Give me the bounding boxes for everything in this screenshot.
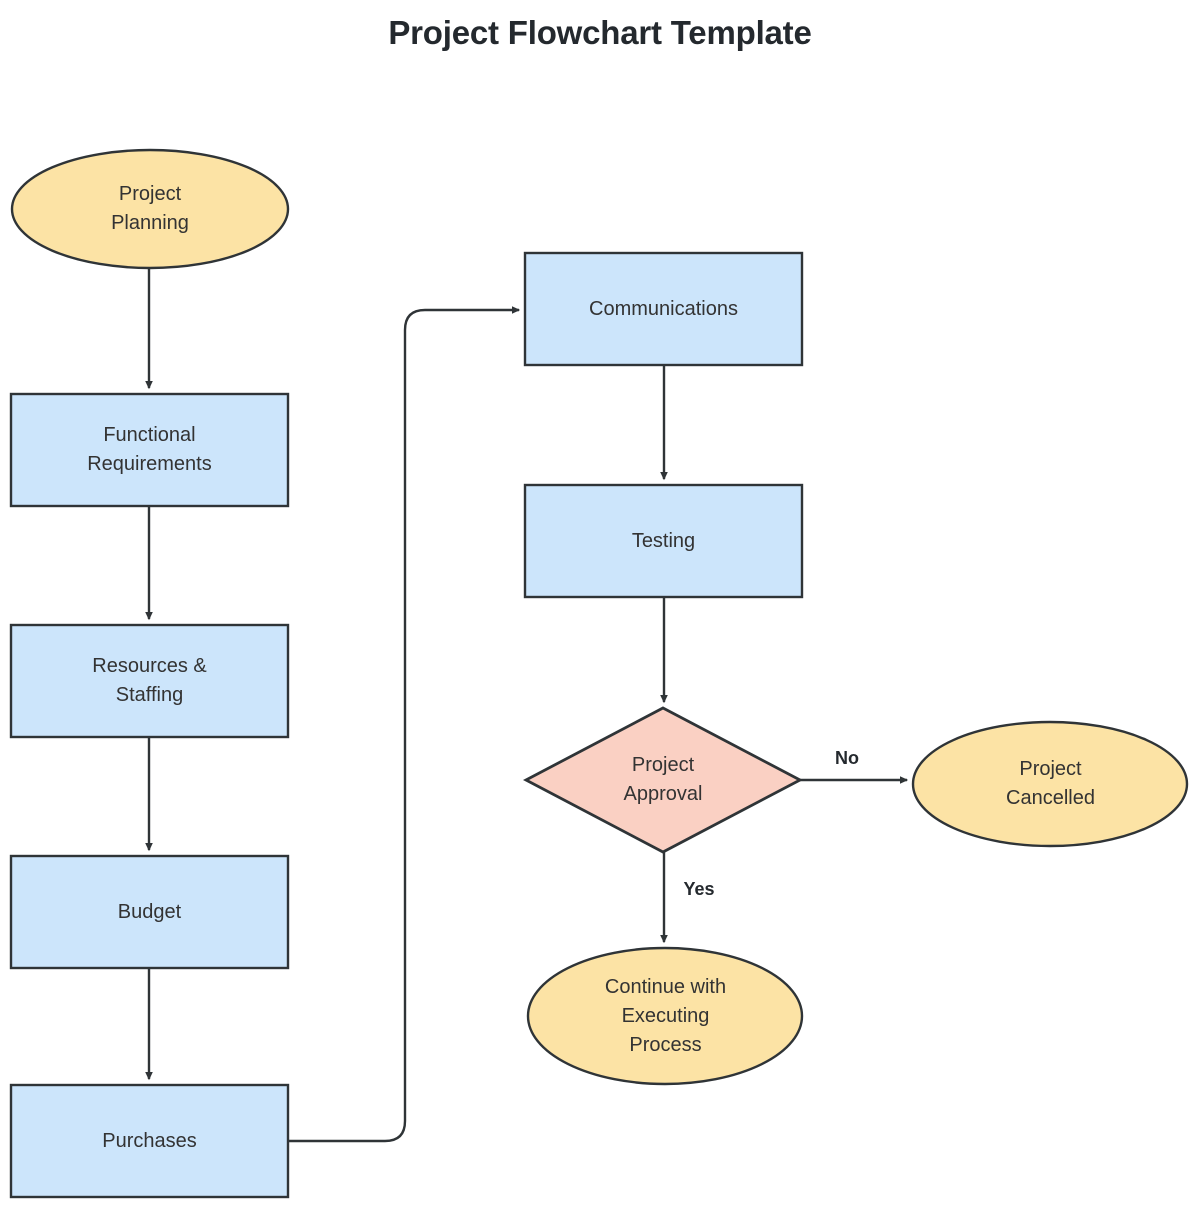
node-budget-shape[interactable] <box>9 854 290 970</box>
node-purchases-shape[interactable] <box>9 1083 290 1199</box>
flowchart-canvas <box>9 148 1189 1199</box>
edge-purchases-to-communications <box>288 306 521 1143</box>
node-continue-executing-shape[interactable] <box>526 946 804 1086</box>
node-resources-staffing-shape[interactable] <box>9 623 290 739</box>
node-testing-shape[interactable] <box>523 483 804 599</box>
node-project-cancelled-shape[interactable] <box>911 720 1189 848</box>
node-project-approval-shape[interactable] <box>522 706 804 854</box>
node-functional-requirements-shape[interactable] <box>9 392 290 508</box>
node-project-planning-shape[interactable] <box>10 148 290 270</box>
node-communications-shape[interactable] <box>523 251 804 367</box>
